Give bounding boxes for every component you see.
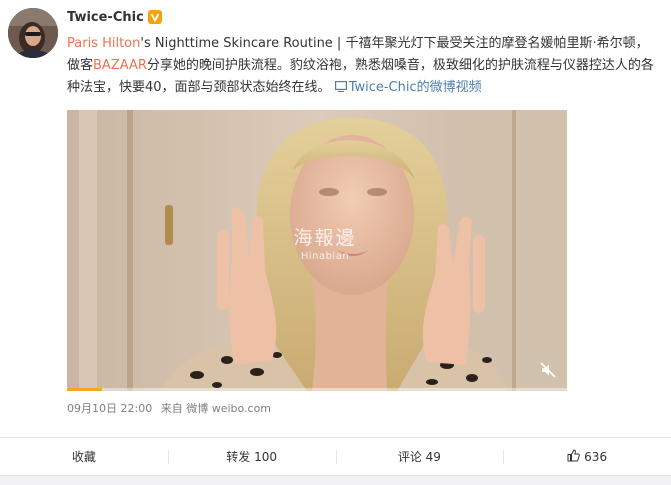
mention-paris-hilton[interactable]: Paris Hilton — [67, 36, 140, 51]
author-name[interactable]: Twice-Chic — [67, 10, 144, 25]
favorite-label: 收藏 — [71, 450, 96, 464]
post-source[interactable]: 来自 微博 weibo.com — [161, 402, 271, 415]
comment-label: 评论 49 — [397, 450, 441, 464]
repost-label: 转发 100 — [226, 450, 277, 464]
video-progress-fill — [67, 388, 102, 391]
video-link-label: Twice-Chic的微博视频 — [348, 80, 482, 95]
muted-speaker-icon[interactable] — [539, 361, 557, 379]
video-progress-bar[interactable] — [67, 388, 567, 391]
favorite-button[interactable]: 收藏 — [0, 438, 168, 475]
author-row: Twice-Chic — [67, 8, 162, 26]
feed-separator — [0, 475, 671, 485]
comment-button[interactable]: 评论 49 — [335, 438, 504, 475]
thumbs-up-icon — [567, 448, 580, 465]
video-player[interactable]: 海報邊 Hinabian — [67, 110, 567, 391]
repost-button[interactable]: 转发 100 — [167, 438, 336, 475]
weibo-post: Twice-Chic Paris Hilton's Nighttime Skin… — [0, 0, 671, 437]
avatar-photo — [8, 8, 58, 58]
author-avatar[interactable] — [8, 8, 58, 58]
like-button[interactable]: 636 — [503, 438, 671, 475]
video-frame — [67, 110, 567, 391]
post-time[interactable]: 09月10日 22:00 — [67, 402, 152, 415]
post-action-bar: 收藏 转发 100 评论 49 636 — [0, 437, 671, 475]
verified-badge-icon — [147, 10, 162, 24]
video-link-icon — [334, 78, 347, 100]
post-text: Paris Hilton's Nighttime Skincare Routin… — [67, 33, 659, 100]
video-source-link[interactable]: Twice-Chic的微博视频 — [334, 80, 482, 95]
mention-bazaar[interactable]: BAZAAR — [93, 58, 147, 73]
like-count: 636 — [584, 449, 608, 464]
post-meta: 09月10日 22:00 来自 微博 weibo.com — [67, 400, 276, 416]
